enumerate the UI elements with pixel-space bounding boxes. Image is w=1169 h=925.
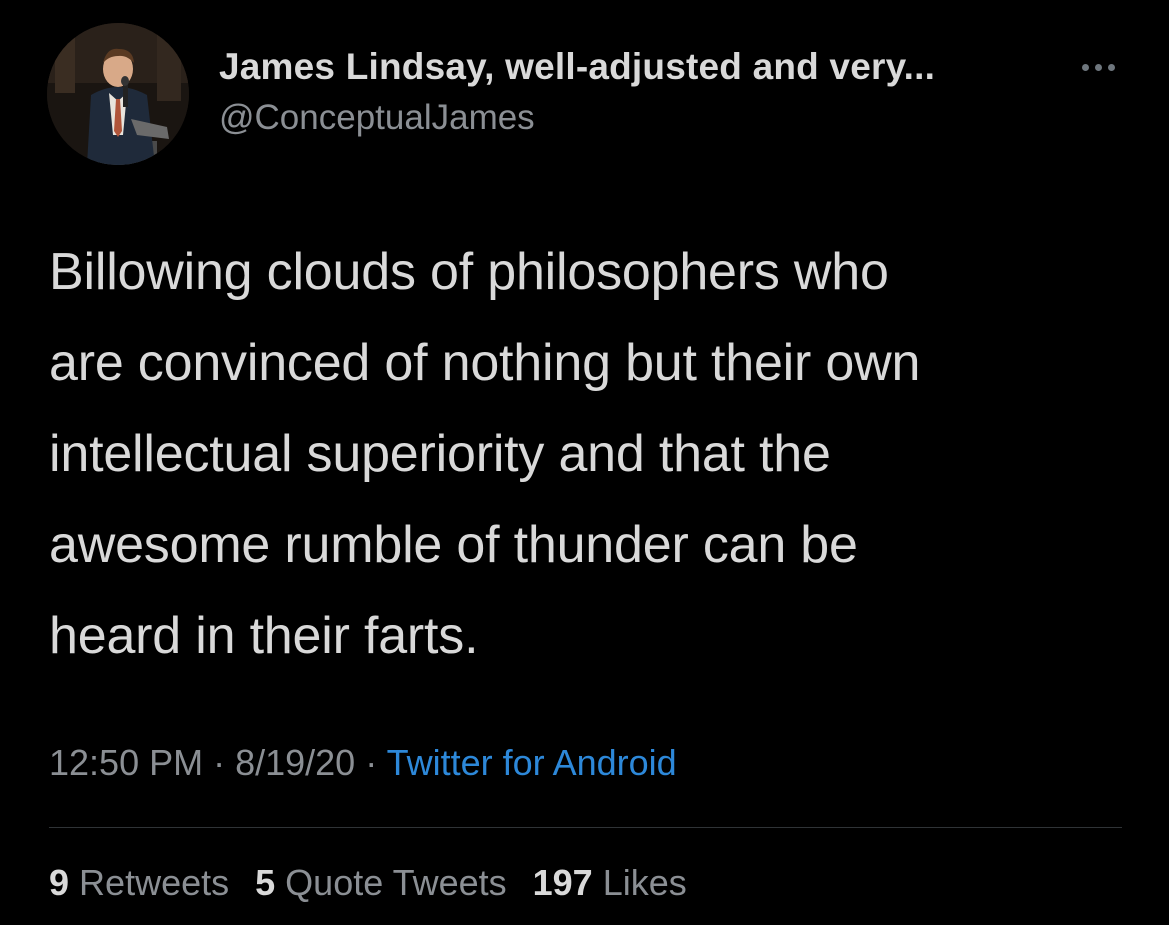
tweet-meta: 12:50 PM · 8/19/20 · Twitter for Android [49, 742, 677, 784]
more-options-icon[interactable] [1070, 52, 1126, 82]
more-dot [1081, 63, 1089, 71]
likes-label: Likes [602, 862, 687, 903]
tweet-detail: James Lindsay, well-adjusted and very...… [0, 0, 1169, 925]
meta-separator: · [355, 742, 387, 783]
tweet-text: Billowing clouds of philosophers who are… [49, 243, 921, 665]
avatar-photo [47, 23, 189, 165]
tweet-stats: 9 Retweets 5 Quote Tweets 197 Likes [49, 862, 713, 904]
retweets-stat[interactable]: 9 Retweets [49, 862, 229, 904]
display-name[interactable]: James Lindsay, well-adjusted and very... [219, 46, 935, 88]
tweet-date[interactable]: 8/19/20 [235, 742, 355, 783]
more-dot [1094, 63, 1102, 71]
retweets-label: Retweets [79, 862, 230, 903]
retweets-count: 9 [49, 862, 70, 903]
quote-tweets-stat[interactable]: 5 Quote Tweets [255, 862, 507, 904]
quote-tweets-label: Quote Tweets [285, 862, 507, 903]
tweet-time[interactable]: 12:50 PM [49, 742, 203, 783]
more-dot [1107, 63, 1115, 71]
divider [49, 827, 1122, 828]
user-handle[interactable]: @ConceptualJames [219, 98, 535, 138]
avatar[interactable] [47, 23, 189, 165]
meta-separator: · [203, 742, 236, 783]
tweet-source-link[interactable]: Twitter for Android [387, 742, 677, 783]
likes-count: 197 [532, 862, 593, 903]
likes-stat[interactable]: 197 Likes [533, 862, 687, 904]
quote-tweets-count: 5 [255, 862, 276, 903]
